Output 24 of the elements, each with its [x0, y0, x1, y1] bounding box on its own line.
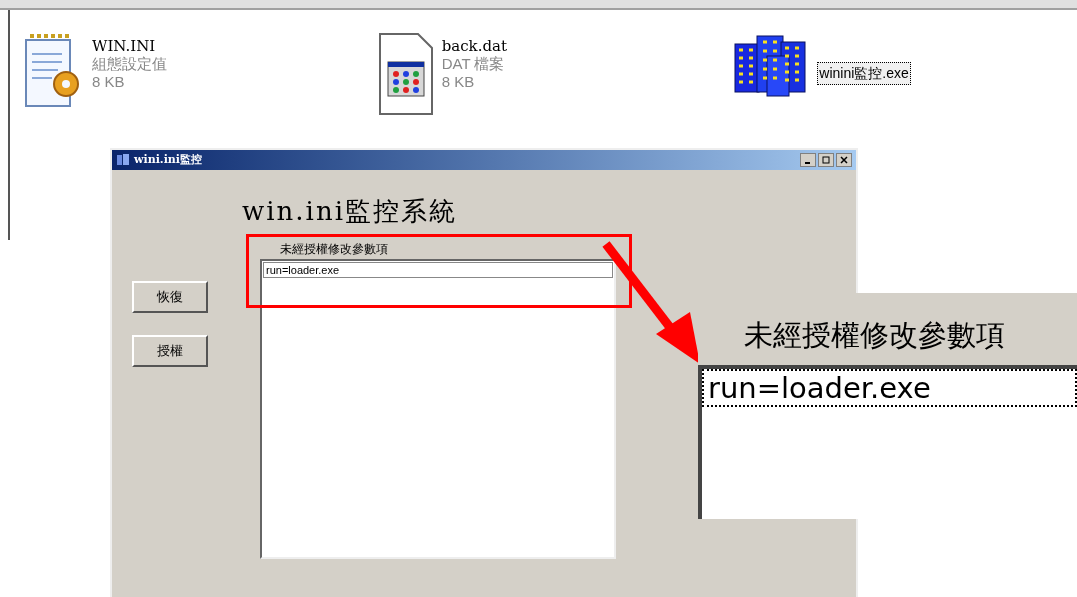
list-box[interactable]: run=loader.exe: [698, 365, 1077, 519]
list-label: 未經授權修改參數項: [280, 241, 389, 257]
file-type: DAT 檔案: [441, 55, 506, 73]
close-button[interactable]: [836, 153, 852, 167]
action-button[interactable]: 授權: [132, 335, 208, 367]
document-icon: [377, 32, 434, 116]
list-item[interactable]: run=loader.exe: [263, 262, 613, 278]
action-button[interactable]: 恢復: [132, 281, 208, 313]
file-size: 8 KB: [92, 73, 126, 90]
list-label: 未經授權修改參數項: [744, 318, 1006, 353]
minimize-button[interactable]: [800, 153, 816, 167]
maximize-button[interactable]: [818, 153, 834, 167]
file-name[interactable]: winini監控.exe: [817, 62, 911, 85]
file-type: 組態設定值: [92, 55, 167, 73]
heading: win.ini監控系統: [242, 195, 458, 228]
list-item[interactable]: run=loader.exe: [702, 369, 1077, 407]
maximize-icon: [822, 156, 830, 164]
file-name[interactable]: back.dat: [441, 38, 508, 55]
window-title: wini.ini監控: [134, 151, 202, 168]
file-name[interactable]: WIN.INI: [92, 38, 167, 55]
close-icon: [840, 156, 848, 164]
file-size: 8 KB: [441, 73, 476, 90]
list-box[interactable]: run=loader.exe: [260, 259, 616, 559]
app-icon: [116, 153, 130, 167]
